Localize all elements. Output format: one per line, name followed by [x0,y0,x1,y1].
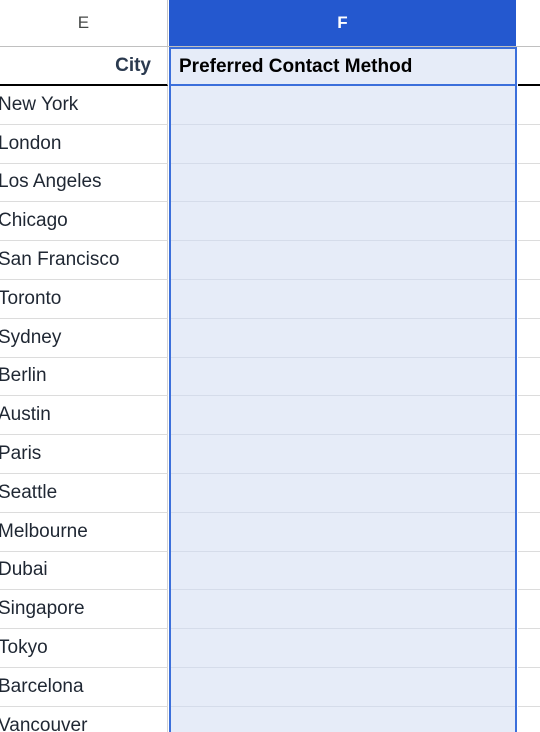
table-row: Berlin [0,357,540,397]
city-value: Toronto [0,287,62,309]
table-row: San Francisco [0,241,540,280]
cell-city[interactable]: Dubai [0,551,168,591]
cell-preferred-contact-method[interactable] [169,241,517,280]
column-header-row: E F [0,0,540,47]
cell-g[interactable] [518,512,540,552]
table-row: New York [0,86,540,125]
cell-preferred-contact-method[interactable] [169,86,517,125]
table-row: Seattle [0,473,540,513]
table-row: Singapore [0,590,540,630]
city-value: Berlin [0,365,47,387]
cell-city[interactable]: Sydney [0,318,168,358]
city-header-label: City [115,54,151,76]
cell-g[interactable] [518,706,540,732]
column-header-g[interactable] [518,0,540,46]
table-row: Melbourne [0,512,540,552]
cell-preferred-contact-method[interactable] [169,202,517,242]
table-header-row: City Preferred Contact Method [0,47,540,86]
cell-preferred-contact-method[interactable] [169,473,517,513]
cell-g[interactable] [518,357,540,397]
city-value: Barcelona [0,675,84,697]
cell-e-city-header[interactable]: City [0,47,168,86]
city-value: Chicago [0,210,68,232]
cell-city[interactable]: Toronto [0,279,168,319]
cell-preferred-contact-method[interactable] [169,551,517,591]
table-row: London [0,124,540,164]
cell-city[interactable]: New York [0,86,168,125]
city-value: San Francisco [0,249,120,271]
city-value: New York [0,93,79,115]
column-header-f[interactable]: F [169,0,517,46]
cell-preferred-contact-method[interactable] [169,706,517,732]
cell-f-preferred-contact-method-header[interactable]: Preferred Contact Method [169,47,517,86]
cell-city[interactable]: Vancouver [0,706,168,732]
cell-city[interactable]: Barcelona [0,667,168,707]
cell-city[interactable]: London [0,124,168,164]
city-value: Dubai [0,559,48,581]
cell-preferred-contact-method[interactable] [169,124,517,164]
cell-g[interactable] [518,629,540,668]
table-row: Tokyo [0,629,540,668]
cell-city[interactable]: Los Angeles [0,163,168,203]
cell-preferred-contact-method[interactable] [169,590,517,630]
cell-city[interactable]: San Francisco [0,241,168,280]
cell-preferred-contact-method[interactable] [169,629,517,668]
cell-g[interactable] [518,396,540,436]
cell-preferred-contact-method[interactable] [169,667,517,707]
table-row: Vancouver [0,706,540,732]
cell-g[interactable] [518,163,540,203]
cell-city[interactable]: Singapore [0,590,168,630]
cell-g[interactable] [518,279,540,319]
preferred-contact-method-header-label: Preferred Contact Method [179,55,413,77]
cell-g[interactable] [518,551,540,591]
cell-g[interactable] [518,86,540,125]
cell-city[interactable]: Tokyo [0,629,168,668]
city-value: Tokyo [0,637,48,659]
table-row: Toronto [0,279,540,319]
cell-g[interactable] [518,435,540,474]
cell-preferred-contact-method[interactable] [169,279,517,319]
cell-city[interactable]: Berlin [0,357,168,397]
cell-preferred-contact-method[interactable] [169,512,517,552]
cell-city[interactable]: Austin [0,396,168,436]
column-header-e[interactable]: E [0,0,168,46]
city-value: Melbourne [0,520,88,542]
cell-city[interactable]: Chicago [0,202,168,242]
city-value: London [0,132,62,154]
table-row: Paris [0,435,540,474]
city-value: Austin [0,404,51,426]
city-value: Singapore [0,598,85,620]
cell-preferred-contact-method[interactable] [169,357,517,397]
cell-preferred-contact-method[interactable] [169,435,517,474]
table-row: Chicago [0,202,540,242]
cell-city[interactable]: Melbourne [0,512,168,552]
cell-g[interactable] [518,202,540,242]
cell-g[interactable] [518,241,540,280]
cell-city[interactable]: Paris [0,435,168,474]
table-row: Dubai [0,551,540,591]
cell-g[interactable] [518,318,540,358]
table-row: Austin [0,396,540,436]
city-value: Los Angeles [0,171,102,193]
cell-preferred-contact-method[interactable] [169,396,517,436]
cell-city[interactable]: Seattle [0,473,168,513]
city-value: Sydney [0,326,62,348]
cell-preferred-contact-method[interactable] [169,163,517,203]
table-row: Los Angeles [0,163,540,203]
spreadsheet-grid: E F City Preferred Contact Method New Yo… [0,0,540,732]
city-value: Paris [0,443,42,465]
cell-g[interactable] [518,667,540,707]
cell-g[interactable] [518,590,540,630]
grid-body: City Preferred Contact Method New York L… [0,47,540,732]
cell-g[interactable] [518,124,540,164]
cell-g[interactable] [518,473,540,513]
cell-preferred-contact-method[interactable] [169,318,517,358]
cell-g-header[interactable] [518,47,540,86]
city-value: Seattle [0,481,58,503]
table-row: Barcelona [0,667,540,707]
table-row: Sydney [0,318,540,358]
city-value: Vancouver [0,714,88,732]
